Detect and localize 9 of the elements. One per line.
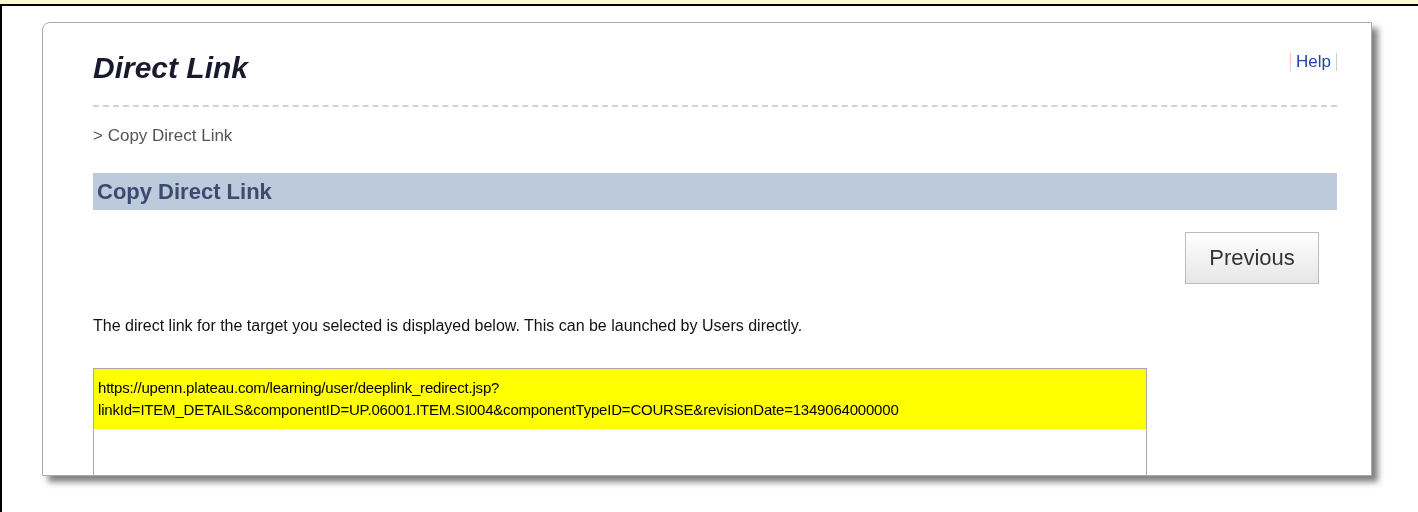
breadcrumb: > Copy Direct Link	[93, 125, 234, 147]
description-text: The direct link for the target you selected is displayed below. This can be launched by Users directly.	[93, 315, 804, 336]
previous-button[interactable]: Previous	[1185, 231, 1319, 284]
help-link[interactable]: Help	[1290, 53, 1337, 71]
link-field[interactable]: https://upenn.plateau.com/learning/user/deeplink_redirect.jsp? linkId=ITEM_DETAILS&componentID=UP.06001.ITEM.SI004&componentTypeID=COURSE&revisionDate=1349064000000	[93, 367, 1147, 475]
section-title: Copy Direct Link	[97, 177, 272, 206]
page-title: Direct Link	[93, 53, 249, 83]
link-text: https://upenn.plateau.com/learning/user/deeplink_redirect.jsp?	[98, 377, 501, 398]
link-text: linkId=ITEM_DETAILS&componentID=UP.06001.ITEM.SI004&componentTypeID=COURSE&revisionDate=1349064000000	[98, 399, 900, 420]
